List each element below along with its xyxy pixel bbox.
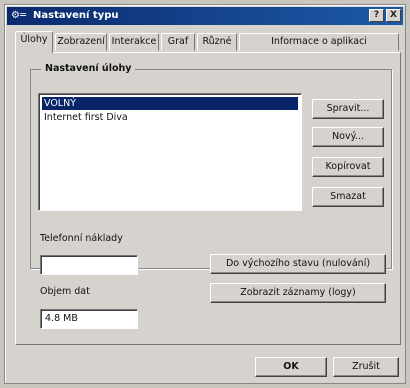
delete-button[interactable]: Smazat: [312, 187, 384, 207]
app-icon: ⚙═: [11, 10, 26, 21]
cancel-button[interactable]: Zrušit: [333, 357, 399, 377]
list-item[interactable]: VOLNÝ: [42, 97, 298, 110]
volume-field[interactable]: 4.8 MB: [40, 309, 138, 329]
reset-button[interactable]: Do výchozího stavu (nulování): [210, 254, 386, 274]
cost-label: Telefonní náklady: [40, 233, 123, 244]
tab-tasks[interactable]: Úlohy: [15, 31, 53, 53]
cost-field[interactable]: [40, 255, 138, 275]
edit-button[interactable]: Spravit...: [312, 99, 384, 119]
close-button[interactable]: X: [386, 9, 401, 22]
volume-label: Objem dat: [40, 286, 90, 297]
tab-interaction[interactable]: Interakce: [109, 33, 159, 51]
title-bar[interactable]: ⚙═ Nastavení typu ? X: [7, 7, 403, 25]
tab-chart[interactable]: Graf: [161, 33, 195, 51]
list-item[interactable]: Internet first Diva: [42, 111, 298, 124]
window-title: Nastavení typu: [33, 10, 119, 21]
tab-view[interactable]: Zobrazení: [55, 33, 107, 51]
new-button[interactable]: Nový...: [312, 127, 384, 147]
help-button[interactable]: ?: [369, 9, 384, 22]
ok-button[interactable]: OK: [255, 357, 327, 377]
tab-about[interactable]: Informace o aplikaci: [239, 33, 399, 51]
task-list[interactable]: VOLNÝ Internet first Diva: [38, 93, 302, 211]
show-logs-button[interactable]: Zobrazit záznamy (logy): [210, 283, 386, 303]
tab-panel: Nastavení úlohy VOLNÝ Internet first Div…: [15, 52, 401, 345]
tab-misc[interactable]: Různé: [197, 33, 237, 51]
copy-button[interactable]: Kopírovat: [312, 157, 384, 177]
group-title: Nastavení úlohy: [41, 63, 136, 74]
settings-dialog: ⚙═ Nastavení typu ? X Úlohy Zobrazení In…: [4, 4, 406, 384]
